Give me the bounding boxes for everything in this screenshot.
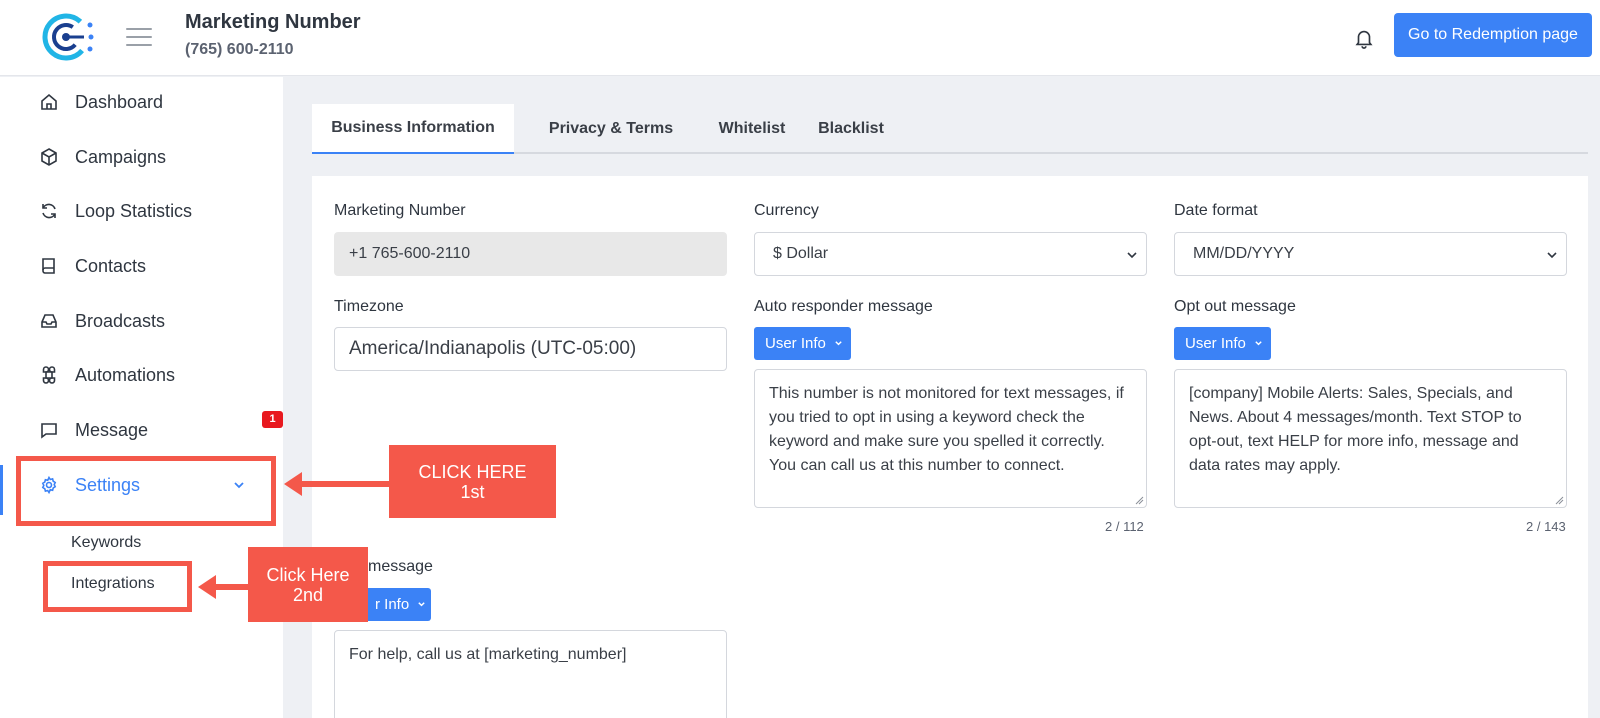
annotation-highlight-settings xyxy=(16,456,276,526)
callout-1st-line2: 1st xyxy=(460,481,485,502)
auto-responder-text: This number is not monitored for text me… xyxy=(769,385,1124,474)
auto-responder-textarea[interactable]: This number is not monitored for text me… xyxy=(754,369,1147,508)
annotation-arrow-1st xyxy=(284,472,390,496)
user-info-label: User Info xyxy=(765,335,826,352)
sidebar-item-contacts[interactable]: Contacts xyxy=(0,243,283,289)
marketing-number-label: Marketing Number xyxy=(334,202,466,219)
sidebar-item-label: Message xyxy=(75,420,149,440)
chevron-down-icon xyxy=(835,341,842,346)
sidebar-item-label: Automations xyxy=(75,365,176,385)
opt-out-counter: 2 / 143 xyxy=(1526,519,1566,534)
callout-2nd-line2: 2nd xyxy=(292,584,324,605)
user-info-label: User Info xyxy=(1185,335,1246,352)
go-to-redemption-button[interactable]: Go to Redemption page xyxy=(1394,13,1592,57)
currency-value: $ Dollar xyxy=(773,245,829,262)
help-message-label: message xyxy=(368,558,433,575)
top-header: Marketing Number (765) 600-2110 Go to Re… xyxy=(0,0,1600,76)
page-title: Marketing Number xyxy=(185,11,361,33)
opt-out-textarea[interactable]: [company] Mobile Alerts: Sales, Specials… xyxy=(1174,369,1567,508)
box-icon xyxy=(41,148,57,166)
tab-blacklist[interactable]: Blacklist xyxy=(796,104,906,154)
annotation-callout-2nd: Click Here 2nd xyxy=(248,547,368,622)
sidebar-item-loop-statistics[interactable]: Loop Statistics xyxy=(0,188,283,234)
user-info-label: r Info xyxy=(375,596,410,613)
tab-whitelist[interactable]: Whitelist xyxy=(708,104,796,154)
callout-1st-line1: CLICK HERE xyxy=(418,461,527,482)
sidebar-item-label: Broadcasts xyxy=(75,311,166,331)
page-subtitle: (765) 600-2110 xyxy=(185,41,294,58)
chevron-down-icon xyxy=(418,602,425,607)
resize-handle-icon[interactable] xyxy=(1135,496,1144,505)
app-logo-icon[interactable] xyxy=(42,10,96,64)
sidebar-item-automations[interactable]: Automations xyxy=(0,352,283,398)
tab-bar: Business Information Privacy & Terms Whi… xyxy=(312,104,1588,154)
auto-responder-label: Auto responder message xyxy=(754,298,933,315)
bell-icon[interactable] xyxy=(1353,26,1375,50)
opt-out-text: [company] Mobile Alerts: Sales, Specials… xyxy=(1189,385,1522,474)
chevron-down-icon xyxy=(1255,341,1262,346)
sidebar-item-dashboard[interactable]: Dashboard xyxy=(0,79,283,125)
resize-handle-icon[interactable] xyxy=(1555,496,1564,505)
submenu-keywords[interactable]: Keywords xyxy=(71,534,141,552)
currency-label: Currency xyxy=(754,202,819,219)
annotation-callout-1st: CLICK HERE 1st xyxy=(389,445,556,518)
home-icon xyxy=(41,93,57,110)
date-format-label: Date format xyxy=(1174,202,1258,219)
sidebar-item-label: Dashboard xyxy=(75,92,164,112)
auto-responder-user-info-button[interactable]: User Info xyxy=(754,327,851,360)
annotation-arrow-2nd xyxy=(198,575,254,599)
command-icon xyxy=(42,366,56,384)
sidebar: Dashboard Campaigns Loop Statistics Cont… xyxy=(0,77,283,718)
date-format-select[interactable]: MM/DD/YYYY xyxy=(1174,232,1567,276)
opt-out-user-info-button[interactable]: User Info xyxy=(1174,327,1271,360)
sidebar-item-broadcasts[interactable]: Broadcasts xyxy=(0,298,283,344)
book-icon xyxy=(42,258,55,274)
tab-business-information[interactable]: Business Information xyxy=(312,104,514,154)
hamburger-menu-icon[interactable] xyxy=(126,28,152,48)
inbox-icon xyxy=(41,314,57,328)
timezone-label: Timezone xyxy=(334,298,404,315)
chat-icon xyxy=(41,423,57,439)
marketing-number-field: +1 765-600-2110 xyxy=(334,232,727,276)
currency-select[interactable]: $ Dollar xyxy=(754,232,1147,276)
sidebar-item-label: Contacts xyxy=(75,256,147,276)
date-format-value: MM/DD/YYYY xyxy=(1193,245,1295,262)
message-count-badge: 1 xyxy=(262,411,283,428)
sidebar-item-campaigns[interactable]: Campaigns xyxy=(0,134,283,180)
opt-out-label: Opt out message xyxy=(1174,298,1296,315)
sidebar-item-message[interactable]: Message xyxy=(0,407,283,453)
callout-2nd-line1: Click Here xyxy=(266,564,350,585)
sidebar-item-label: Campaigns xyxy=(75,147,167,167)
timezone-field[interactable]: America/Indianapolis (UTC-05:00) xyxy=(334,327,727,371)
auto-responder-counter: 2 / 112 xyxy=(1105,519,1144,534)
refresh-icon xyxy=(42,203,56,219)
annotation-highlight-integrations xyxy=(43,561,192,612)
tab-privacy-terms[interactable]: Privacy & Terms xyxy=(514,104,708,154)
chevron-down-icon xyxy=(1547,252,1557,259)
help-message-textarea[interactable]: For help, call us at [marketing_number] xyxy=(334,630,727,718)
sidebar-item-label: Loop Statistics xyxy=(75,201,193,221)
chevron-down-icon xyxy=(1127,252,1137,259)
